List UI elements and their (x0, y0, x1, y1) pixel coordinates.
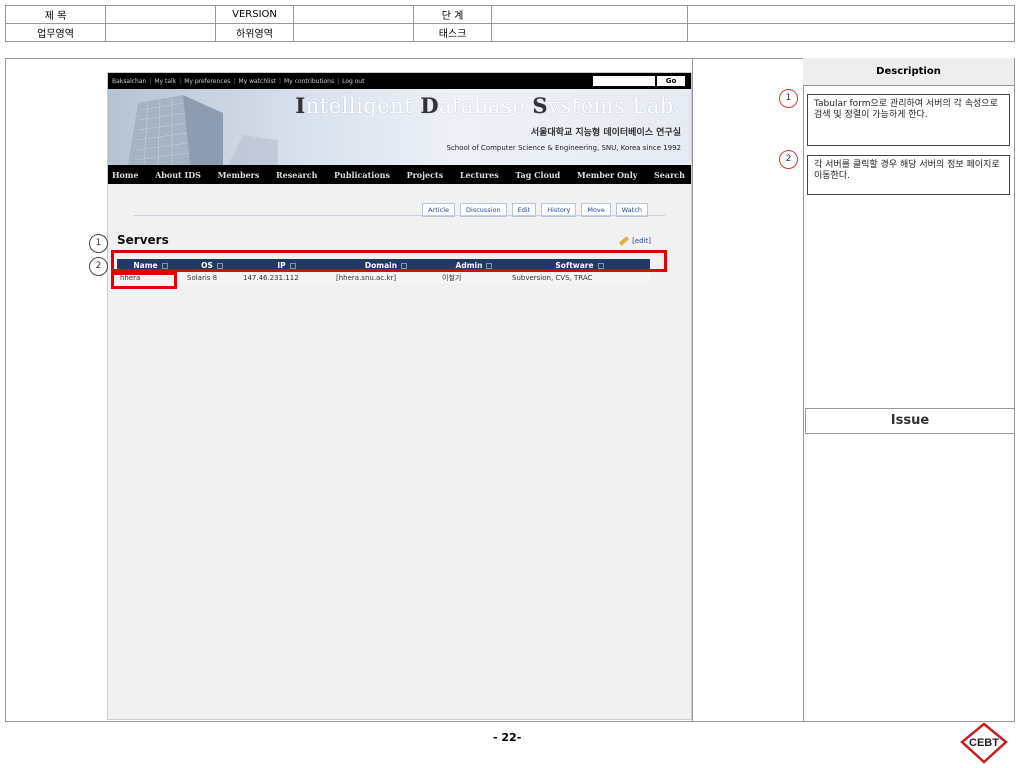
extra-cell (687, 5, 1015, 24)
main-nav: Home About IDS Members Research Publicat… (108, 165, 691, 184)
nav-lectures[interactable]: Lectures (460, 170, 499, 180)
nav-research[interactable]: Research (276, 170, 317, 180)
nav-publications[interactable]: Publications (334, 170, 390, 180)
go-button[interactable]: Go (657, 76, 685, 86)
server-os: Solaris 8 (184, 271, 240, 284)
lab-banner: Intelligent Database Systems Lab. 서울대학교 … (108, 89, 691, 165)
cebt-logo: CEBT (960, 722, 1008, 764)
work-area-label: 업무영역 (5, 23, 106, 42)
nav-members[interactable]: Members (218, 170, 260, 180)
nav-projects[interactable]: Projects (407, 170, 444, 180)
nav-member-only[interactable]: Member Only (577, 170, 638, 180)
marker-2: 2 (89, 257, 108, 276)
task-label: 태스크 (413, 23, 492, 42)
version-label: VERSION (215, 5, 294, 24)
server-admin: 이철기 (439, 271, 509, 284)
pencil-icon (618, 236, 630, 246)
my-watchlist-link[interactable]: My watchlist (238, 78, 276, 85)
work-area-value (105, 23, 216, 42)
panel-divider (803, 59, 804, 721)
version-value (293, 5, 414, 24)
extra-cell-2 (687, 23, 1015, 42)
sub-area-label: 하위영역 (215, 23, 294, 42)
server-ip: 147.46.231.112 (240, 271, 333, 284)
desc-marker-1: 1 (779, 89, 798, 108)
building-image (128, 95, 278, 165)
server-domain: [hhera.snu.ac.kr] (333, 271, 439, 284)
marker-1: 1 (89, 234, 108, 253)
nav-tag-cloud[interactable]: Tag Cloud (515, 170, 560, 180)
table-row: hhera Solaris 8 147.46.231.112 [hhera.sn… (117, 271, 650, 284)
wiki-screenshot: Baksalchan | My talk | My preferences | My … (107, 72, 692, 720)
server-name-highlight (111, 272, 177, 289)
description-header: Description (803, 58, 1014, 86)
stage-value (491, 5, 688, 24)
server-software: Subversion, CVS, TRAC (509, 271, 650, 284)
sub-area-value (293, 23, 414, 42)
log-out-link[interactable]: Log out (342, 78, 364, 85)
edit-label[interactable]: [edit] (632, 237, 651, 245)
frame-divider (692, 59, 693, 721)
user-link[interactable]: Baksalchan (112, 78, 146, 85)
my-preferences-link[interactable]: My preferences (184, 78, 230, 85)
search-input[interactable] (593, 76, 655, 86)
title-value (105, 5, 216, 24)
nav-search[interactable]: Search (654, 170, 685, 180)
svg-text:CEBT: CEBT (969, 737, 999, 749)
document-header-table: 제 목 VERSION 단 계 업무영역 하위영역 태스크 (5, 5, 1015, 42)
lab-subtitle: School of Computer Science & Engineering… (446, 144, 682, 152)
page-number: - 22- (493, 731, 522, 744)
nav-home[interactable]: Home (112, 170, 138, 180)
title-label: 제 목 (5, 5, 106, 24)
user-toolbar: Baksalchan | My talk | My preferences | My … (108, 73, 691, 89)
issue-header: Issue (805, 408, 1015, 434)
lab-korean-name: 서울대학교 지능형 데이터베이스 연구실 (530, 128, 681, 138)
nav-about-ids[interactable]: About IDS (155, 170, 201, 180)
my-talk-link[interactable]: My talk (154, 78, 176, 85)
task-value (491, 23, 688, 42)
description-1: Tabular form으로 관리하여 서버의 각 속성으로 검색 및 정렬이 … (807, 94, 1010, 146)
table-header-highlight (111, 250, 667, 272)
my-contributions-link[interactable]: My contributions (284, 78, 334, 85)
description-2: 각 서버를 클릭할 경우 해당 서버의 정보 페이지로 이동한다. (807, 155, 1010, 195)
desc-marker-2: 2 (779, 150, 798, 169)
page-title: Servers (117, 233, 169, 247)
stage-label: 단 계 (413, 5, 492, 24)
edit-section-link[interactable]: [edit] (618, 236, 651, 246)
lab-title: Intelligent Database Systems Lab. (295, 93, 681, 118)
tab-underline (134, 215, 665, 216)
